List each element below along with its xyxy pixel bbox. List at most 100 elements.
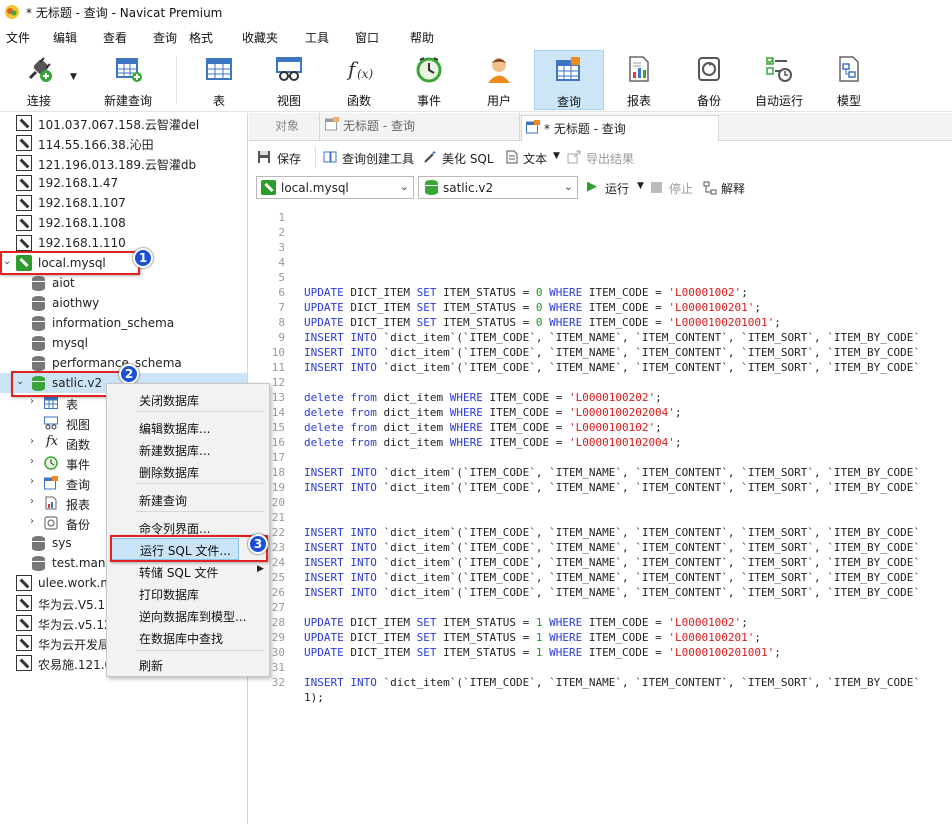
- text-mode-dropdown[interactable]: 文本 ▼: [505, 149, 561, 167]
- tab-objects[interactable]: 对象: [275, 117, 299, 141]
- save-button[interactable]: 保存: [257, 149, 307, 167]
- beautify-sql-button[interactable]: 美化 SQL: [423, 149, 497, 167]
- connection-icon: [16, 115, 32, 131]
- autorun-button[interactable]: 自动运行: [744, 50, 814, 110]
- menu-favorites[interactable]: 收藏夹: [242, 29, 278, 46]
- menu-file[interactable]: 文件: [6, 29, 30, 46]
- chevron-right-icon[interactable]: ›: [30, 396, 34, 407]
- connection-icon: [16, 155, 32, 171]
- table-icon: [44, 397, 58, 409]
- menu-window[interactable]: 窗口: [355, 29, 379, 46]
- save-icon: [258, 151, 270, 163]
- run-button[interactable]: ▶ 运行 ▼: [587, 179, 645, 198]
- connection-label: 101.037.067.158.云智灌del: [38, 118, 200, 132]
- node-label: 函数: [66, 438, 91, 452]
- explain-button[interactable]: 解释: [703, 180, 753, 198]
- code-line: INSERT INTO `dict_item`(`ITEM_CODE`, `IT…: [304, 586, 921, 599]
- highlight-box-run-sql: [110, 535, 268, 562]
- connection-label: 192.168.1.110: [38, 236, 126, 250]
- explain-icon: [703, 181, 717, 195]
- menu-item-dump-sql-file[interactable]: 转储 SQL 文件: [139, 564, 218, 581]
- chevron-right-icon[interactable]: ›: [30, 436, 34, 447]
- menu-item-edit-database[interactable]: 编辑数据库...: [139, 420, 210, 437]
- connection-active-icon: [261, 180, 276, 195]
- code-line: INSERT INTO `dict_item`(`ITEM_CODE`, `IT…: [304, 481, 921, 494]
- view-button[interactable]: 视图: [254, 50, 324, 110]
- menu-item-new-query[interactable]: 新建查询: [139, 492, 187, 509]
- chevron-down-icon: ⌄: [563, 180, 573, 193]
- user-button[interactable]: 用户: [464, 50, 534, 110]
- connection-select-value: local.mysql: [281, 181, 349, 195]
- new-query-button[interactable]: 新建查询: [86, 50, 170, 110]
- menu-help[interactable]: 帮助: [410, 29, 434, 46]
- connection-select[interactable]: local.mysql ⌄: [256, 176, 414, 199]
- chevron-right-icon[interactable]: ›: [30, 516, 34, 527]
- main-toolbar: 连接 ▼ 新建查询 表 视图 f (x) 函数 事件 用户 查询 报表 备份 自动…: [0, 48, 952, 112]
- tree-database[interactable]: aiot: [0, 273, 247, 293]
- tree-database[interactable]: aiothwy: [0, 293, 247, 313]
- menu-item-delete-database[interactable]: 删除数据库: [139, 464, 199, 481]
- database-select[interactable]: satlic.v2 ⌄: [418, 176, 578, 199]
- tree-connection[interactable]: 101.037.067.158.云智灌del: [0, 113, 247, 133]
- database-label: performance_schema: [52, 356, 182, 370]
- chevron-right-icon[interactable]: ›: [30, 456, 34, 467]
- connect-button[interactable]: 连接: [8, 50, 70, 110]
- query-toolbar: 保存 查询创建工具 美化 SQL 文本 ▼ 导出结果: [249, 141, 952, 173]
- menu-view[interactable]: 查看: [103, 29, 127, 46]
- menu-tools[interactable]: 工具: [305, 29, 329, 46]
- backup-icon: [698, 57, 720, 81]
- connection-icon: [16, 195, 32, 211]
- menu-item-find-in-database[interactable]: 在数据库中查找: [139, 630, 223, 647]
- report-button[interactable]: 报表: [604, 50, 674, 110]
- menu-item-print-database[interactable]: 打印数据库: [139, 586, 199, 603]
- menu-item-new-database[interactable]: 新建数据库...: [139, 442, 210, 459]
- query-builder-button[interactable]: 查询创建工具: [323, 149, 419, 167]
- chevron-right-icon[interactable]: ›: [30, 476, 34, 487]
- chevron-right-icon[interactable]: ›: [30, 496, 34, 507]
- stop-button[interactable]: 停止: [651, 180, 697, 198]
- tree-connection[interactable]: 192.168.1.110: [0, 233, 247, 253]
- query-button[interactable]: 查询: [534, 50, 604, 110]
- database-icon: [32, 336, 45, 351]
- tab-query-2-active[interactable]: * 无标题 - 查询: [521, 115, 719, 142]
- tree-connection[interactable]: 192.168.1.108: [0, 213, 247, 233]
- report-label: 报表: [626, 94, 651, 108]
- connect-dropdown-icon[interactable]: ▼: [70, 72, 77, 82]
- connection-icon: [16, 595, 32, 611]
- connection-icon: [16, 635, 32, 651]
- menu-item-close-database[interactable]: 关闭数据库: [139, 392, 199, 409]
- query-label: 查询: [556, 95, 581, 109]
- tab-label: 对象: [275, 119, 300, 133]
- menu-edit[interactable]: 编辑: [53, 29, 77, 46]
- step-badge-2: 2: [119, 364, 139, 384]
- tree-connection[interactable]: 121.196.013.189.云智灌db: [0, 153, 247, 173]
- code-line-wrap: 1);: [304, 691, 324, 704]
- tree-database[interactable]: information_schema: [0, 313, 247, 333]
- table-button[interactable]: 表: [184, 50, 254, 110]
- toolbar-divider: [315, 147, 316, 167]
- sql-editor[interactable]: 1 2 3 4 5 6 7 8 9 10 11 12 13 14 15 16 17 18 19 20 21 22 23 24 2…: [249, 203, 952, 824]
- menu-query[interactable]: 查询: [153, 29, 177, 46]
- database-icon: [32, 316, 45, 331]
- line-number: 10: [271, 346, 285, 359]
- tree-connection[interactable]: 192.168.1.47: [0, 173, 247, 193]
- clock-icon: [416, 57, 442, 83]
- model-label: 模型: [836, 94, 861, 108]
- menu-format[interactable]: 格式: [189, 29, 213, 46]
- tree-connection[interactable]: 192.168.1.107: [0, 193, 247, 213]
- menu-separator: [135, 650, 265, 651]
- model-button[interactable]: 模型: [814, 50, 884, 110]
- tree-database[interactable]: mysql: [0, 333, 247, 353]
- menu-item-refresh[interactable]: 刷新: [139, 657, 163, 674]
- model-icon: [839, 56, 859, 82]
- menu-item-reverse-to-model[interactable]: 逆向数据库到模型...: [139, 608, 246, 625]
- function-button[interactable]: f (x) 函数: [324, 50, 394, 110]
- database-icon: [32, 536, 45, 551]
- tree-connection[interactable]: 114.55.166.38.沁田: [0, 133, 247, 153]
- tab-divider: [519, 113, 520, 141]
- export-results-button[interactable]: 导出结果: [567, 149, 639, 167]
- clock-icon: [44, 456, 58, 470]
- backup-button[interactable]: 备份: [674, 50, 744, 110]
- view-label: 视图: [276, 94, 301, 108]
- event-button[interactable]: 事件: [394, 50, 464, 110]
